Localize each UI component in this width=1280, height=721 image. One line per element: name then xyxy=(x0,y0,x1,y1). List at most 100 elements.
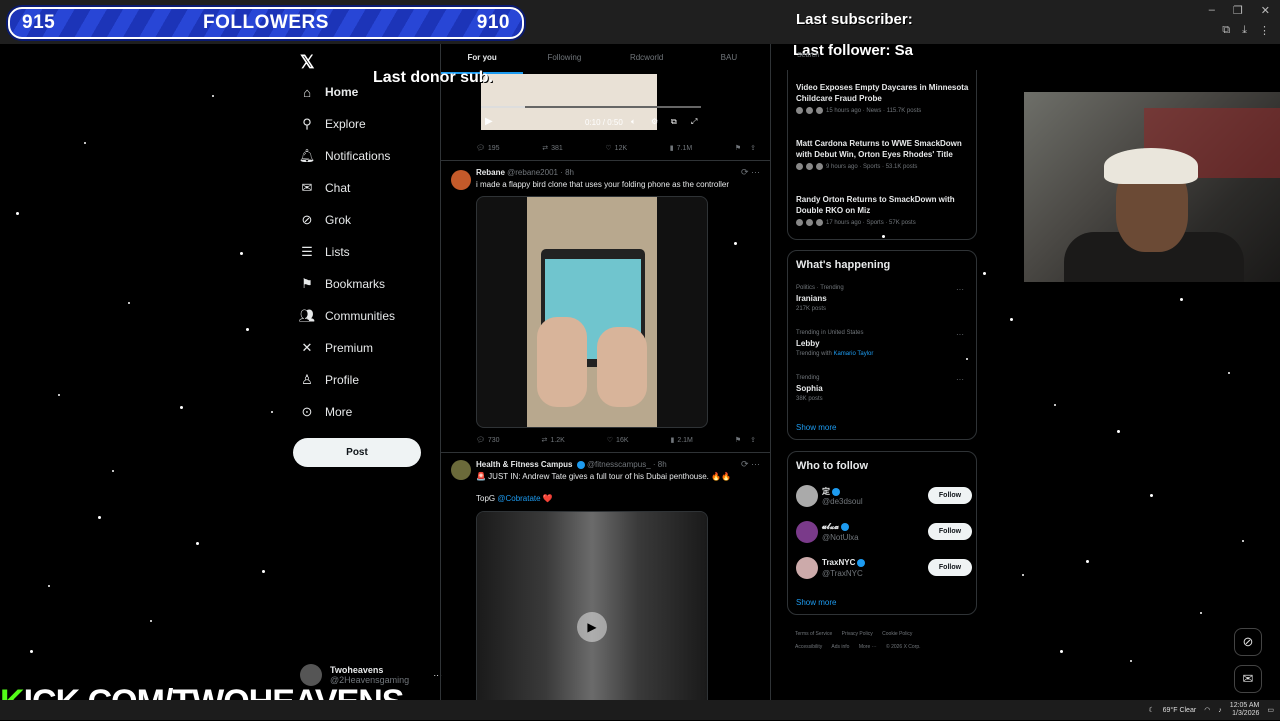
mail-icon[interactable]: ✉ xyxy=(1234,665,1262,693)
timeline[interactable]: For you Following Rdcworld BAU ▶ 0:10 / … xyxy=(440,44,771,704)
divider xyxy=(441,452,770,453)
nav-explore[interactable]: ⚲ Explore xyxy=(300,116,365,131)
follow-button[interactable]: Follow xyxy=(928,523,972,540)
news-item[interactable]: Matt Cardona Returns to WWE SmackDown wi… xyxy=(796,138,972,170)
tab-rdcworld[interactable]: Rdcworld xyxy=(606,44,688,74)
share-icon[interactable]: ⇪ xyxy=(750,436,756,444)
suggestion-name: 𝓾𝓵𝔁𝓪 xyxy=(822,522,849,532)
more-icon[interactable]: ··· xyxy=(956,285,964,294)
menu-icon[interactable]: ⋮ xyxy=(1259,24,1270,37)
footer-link[interactable]: Privacy Policy xyxy=(842,631,873,637)
trend-link[interactable]: Kamario Taylor xyxy=(833,351,873,357)
trend-category: Trending xyxy=(796,375,820,381)
bell-icon: 🔔︎ xyxy=(298,148,316,163)
trend-item[interactable]: Trending in United States Lebby Trending… xyxy=(796,330,972,357)
volume-icon[interactable]: ♪ xyxy=(1218,707,1222,714)
like-button[interactable]: ♡ 16K xyxy=(607,436,629,445)
news-item[interactable]: Video Exposes Empty Daycares in Minnesot… xyxy=(796,82,972,114)
reply-count: 730 xyxy=(487,436,500,444)
play-icon[interactable]: ▶ xyxy=(485,116,493,127)
more-icon[interactable]: ··· xyxy=(956,330,964,339)
author-name[interactable]: Rebane xyxy=(476,168,505,177)
footer-link[interactable]: Cookie Policy xyxy=(882,631,912,637)
minimize-icon[interactable]: – xyxy=(1209,4,1215,17)
author-handle[interactable]: @fitnesscampus_ · 8h xyxy=(587,460,667,469)
nav-label: More xyxy=(325,405,353,419)
extension-icon[interactable]: ⧉ xyxy=(1222,24,1230,37)
suggestion-name: TraxNYC xyxy=(822,558,866,567)
nav-profile[interactable]: ♙ Profile xyxy=(300,372,359,387)
settings-icon[interactable]: ⚙ xyxy=(651,117,658,126)
footer-link[interactable]: More ··· xyxy=(859,644,877,650)
clock[interactable]: 12:05 AM 1/3/2026 xyxy=(1230,702,1260,718)
reply-icon: 💬︎ xyxy=(476,437,485,444)
follow-suggestion[interactable]: TraxNYC @TraxNYC Follow xyxy=(796,557,972,583)
follow-suggestion[interactable]: 𝓾𝓵𝔁𝓪 @NotUlxa Follow xyxy=(796,521,972,547)
reply-button[interactable]: 💬︎ 195 xyxy=(476,144,500,153)
followers-label: FOLLOWERS xyxy=(203,12,329,33)
nav-grok[interactable]: ⊘ Grok xyxy=(300,212,351,227)
reply-button[interactable]: 💬︎ 730 xyxy=(476,436,500,445)
volume-icon[interactable]: 🔈︎ xyxy=(631,117,636,127)
pip-icon[interactable]: ⧉ xyxy=(671,117,677,127)
repost-button[interactable]: ⇄ 381 xyxy=(542,144,563,153)
date: 1/3/2026 xyxy=(1232,710,1260,717)
post-video[interactable]: ▶ xyxy=(476,511,708,704)
notification-icon[interactable]: ▭ xyxy=(1267,706,1274,714)
follow-button[interactable]: Follow xyxy=(928,559,972,576)
wifi-icon[interactable]: ◠ xyxy=(1204,706,1210,714)
avatar[interactable] xyxy=(451,460,471,480)
grok-icon[interactable]: ⊘ xyxy=(1234,628,1262,656)
fullscreen-icon[interactable]: ⤢ xyxy=(691,117,697,127)
repost-button[interactable]: ⇄ 1.2K xyxy=(542,436,565,445)
footer-link[interactable]: Ads info xyxy=(831,644,849,650)
share-icon[interactable]: ⇪ xyxy=(750,144,756,152)
tab-bau[interactable]: BAU xyxy=(688,44,770,74)
x-logo-icon[interactable]: 𝕏 xyxy=(300,52,315,73)
video-progress-bar[interactable] xyxy=(481,106,701,108)
nav-bookmarks[interactable]: ⚑ Bookmarks xyxy=(300,276,385,291)
news-item[interactable]: Randy Orton Returns to SmackDown with Do… xyxy=(796,194,972,226)
search-input[interactable]: Search xyxy=(797,52,967,59)
nav-notifications[interactable]: 🔔︎ Notifications xyxy=(298,148,391,163)
trend-item[interactable]: Politics · Trending Iranians 217K posts … xyxy=(796,285,972,312)
restore-icon[interactable]: ❐ xyxy=(1233,4,1243,17)
webcam-feed xyxy=(1024,92,1280,282)
download-icon[interactable]: ⤓ xyxy=(1242,24,1247,37)
bookmark-button[interactable]: ⚑ ⇪ xyxy=(735,144,756,152)
show-more-link[interactable]: Show more xyxy=(796,598,836,607)
tab-following[interactable]: Following xyxy=(523,44,605,74)
footer-link[interactable]: Accessibility xyxy=(795,644,822,650)
mention-link[interactable]: @Cobratate xyxy=(497,494,540,503)
weather-text[interactable]: 69°F Clear xyxy=(1163,707,1197,714)
trend-item[interactable]: Trending Sophia 38K posts ··· xyxy=(796,375,972,402)
repost-count: 381 xyxy=(551,144,563,152)
nav-home[interactable]: ⌂ Home xyxy=(300,85,358,100)
nav-communities[interactable]: 👥︎ Communities xyxy=(299,308,395,323)
like-button[interactable]: ♡ 12K xyxy=(605,144,627,153)
views-button[interactable]: ▮ 2.1M xyxy=(670,436,692,445)
author-handle[interactable]: @rebane2001 · 8h xyxy=(507,168,574,177)
footer-link[interactable]: Terms of Service xyxy=(795,631,832,637)
avatar[interactable] xyxy=(451,170,471,190)
author-name[interactable]: Health & Fitness Campus xyxy=(476,460,572,469)
more-icon[interactable]: ⟳ ··· xyxy=(741,167,760,178)
search-icon: ⚲ xyxy=(302,116,312,131)
nav-premium[interactable]: ✕ Premium xyxy=(300,340,373,355)
play-icon[interactable]: ▶ xyxy=(577,612,607,642)
bookmark-button[interactable]: ⚑ ⇪ xyxy=(735,436,756,444)
nav-more[interactable]: ⊙ More xyxy=(300,404,353,419)
post-video[interactable] xyxy=(476,196,708,428)
show-more-link[interactable]: Show more xyxy=(796,423,836,432)
follow-button[interactable]: Follow xyxy=(928,487,972,504)
more-icon[interactable]: ⟳ ··· xyxy=(741,459,760,470)
follow-suggestion[interactable]: 定 @de3dsoul Follow xyxy=(796,485,972,511)
video-frame xyxy=(527,197,657,427)
views-button[interactable]: ▮ 7.1M xyxy=(670,144,692,153)
post-button[interactable]: Post xyxy=(293,438,421,467)
close-icon[interactable]: ✕ xyxy=(1261,4,1270,17)
nav-lists[interactable]: ☰ Lists xyxy=(300,244,350,259)
nav-chat[interactable]: ✉ Chat xyxy=(300,180,351,195)
more-icon[interactable]: ··· xyxy=(956,375,964,384)
repost-count: 1.2K xyxy=(550,436,565,444)
